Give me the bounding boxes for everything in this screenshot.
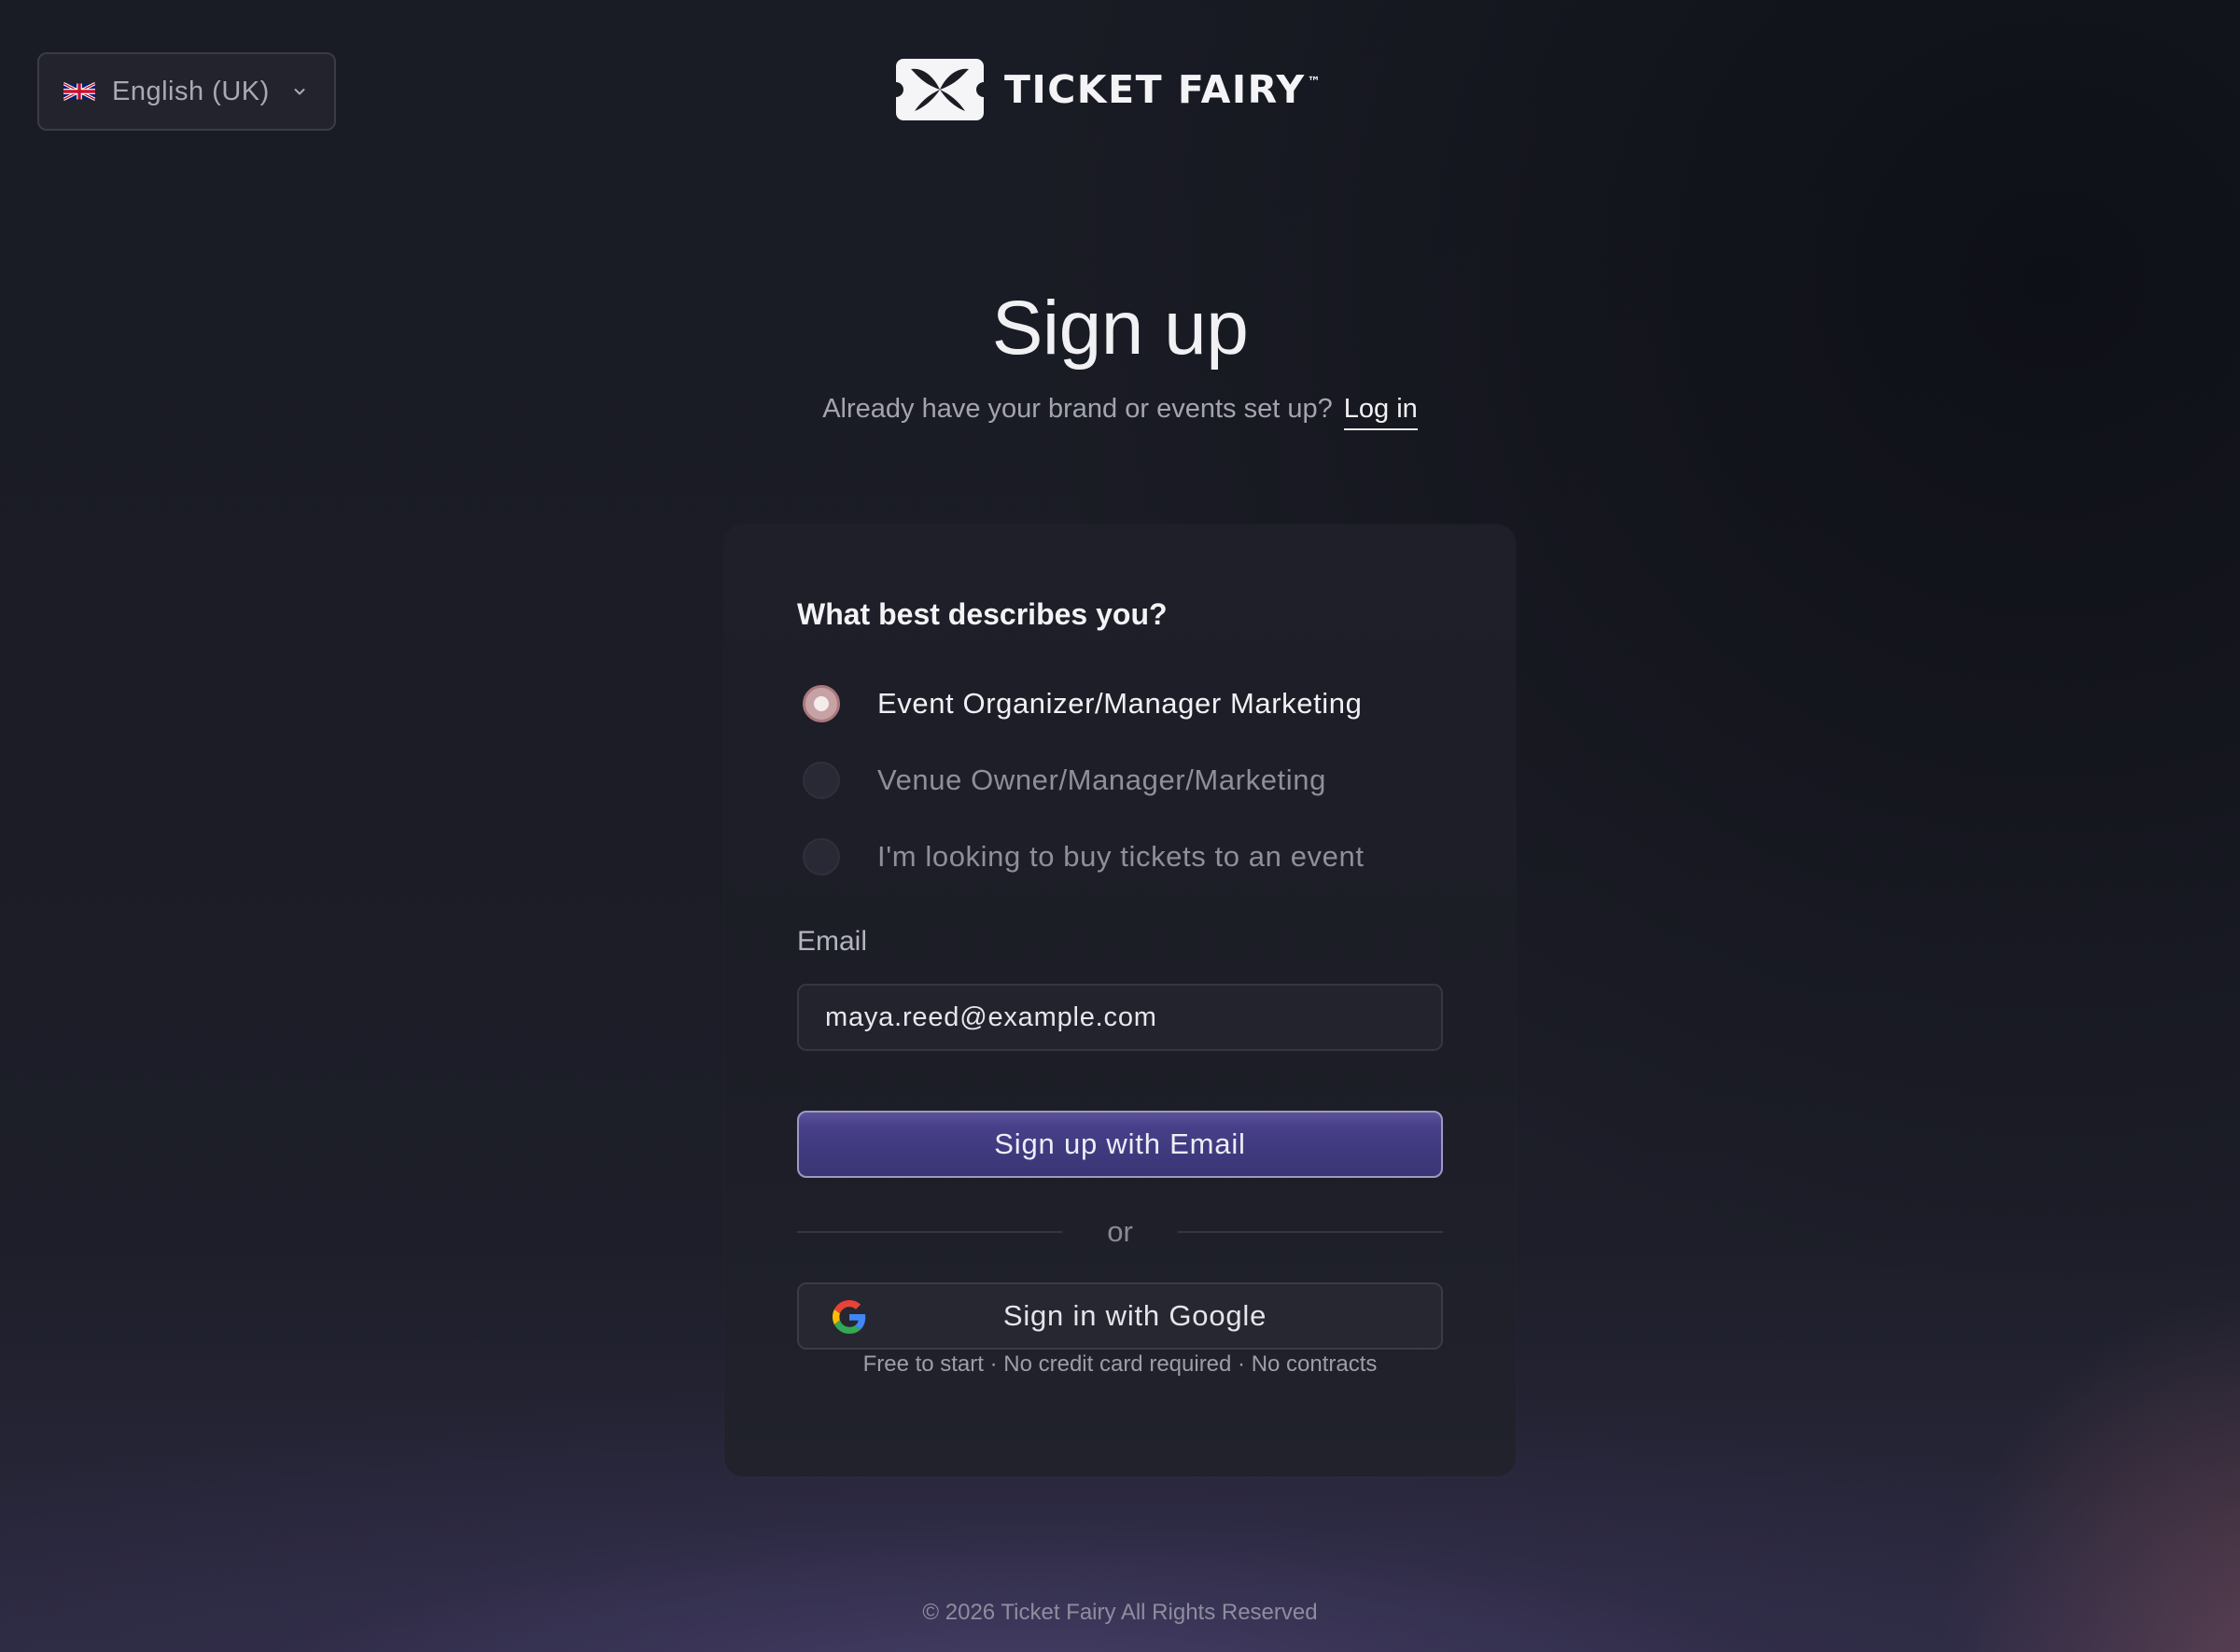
language-selector[interactable]: English (UK) — [37, 52, 336, 131]
role-question: What best describes you? — [797, 597, 1168, 631]
google-button-label: Sign in with Google — [1002, 1299, 1267, 1332]
brand-name: TICKET FAIRY — [1004, 67, 1306, 112]
email-field[interactable] — [797, 984, 1443, 1051]
role-option-event-organizer[interactable]: Event Organizer/Manager Marketing — [803, 685, 1362, 722]
chevron-down-icon — [294, 89, 305, 95]
signup-email-button[interactable]: Sign up with Email — [797, 1111, 1443, 1178]
radio-button[interactable] — [803, 762, 840, 799]
language-label: English (UK) — [112, 76, 270, 106]
signup-card: What best describes you? Event Organizer… — [724, 525, 1516, 1477]
divider-text: or — [1107, 1215, 1133, 1248]
subtitle: Already have your brand or events set up… — [0, 394, 2240, 430]
radio-button[interactable] — [803, 838, 840, 875]
role-option-label: Event Organizer/Manager Marketing — [877, 687, 1363, 720]
role-option-venue-owner[interactable]: Venue Owner/Manager/Marketing — [803, 762, 1326, 799]
trademark-symbol: ™ — [1307, 75, 1323, 90]
divider-line — [797, 1231, 1062, 1233]
subtitle-text: Already have your brand or events set up… — [822, 394, 1333, 424]
role-option-label: Venue Owner/Manager/Marketing — [877, 763, 1326, 796]
email-label: Email — [797, 926, 868, 957]
brand-wordmark: TICKET FAIRY ™ — [1004, 67, 1322, 112]
divider-line — [1178, 1231, 1443, 1233]
uk-flag-icon — [63, 81, 95, 102]
fineprint-text: Free to start · No credit card required … — [862, 1351, 1378, 1377]
brand-logo[interactable]: TICKET FAIRY ™ — [896, 58, 1322, 121]
role-option-label: I'm looking to buy tickets to an event — [877, 840, 1365, 873]
ticket-fairy-logo-icon — [896, 59, 984, 120]
page-title: Sign up — [991, 286, 1249, 371]
footer-copyright: © 2026 Ticket Fairy All Rights Reserved — [922, 1600, 1318, 1625]
role-option-ticket-buyer[interactable]: I'm looking to buy tickets to an event — [803, 838, 1365, 875]
login-link[interactable]: Log in — [1343, 394, 1418, 430]
radio-button-selected[interactable] — [803, 685, 840, 722]
google-signin-button[interactable]: Sign in with Google — [797, 1282, 1443, 1350]
or-divider: or — [797, 1211, 1443, 1253]
